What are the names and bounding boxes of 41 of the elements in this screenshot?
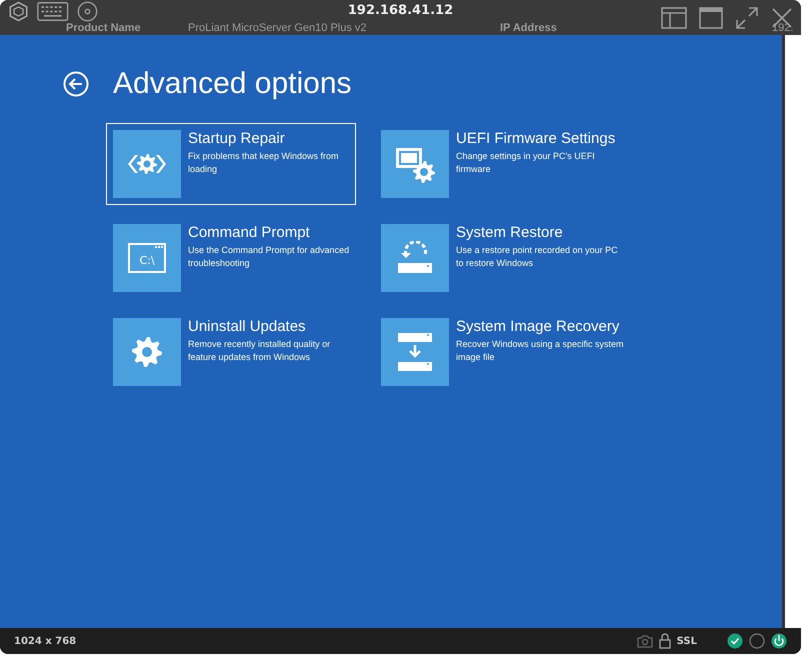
gear-icon	[131, 336, 163, 368]
ssl-label: SSL	[676, 636, 697, 646]
option-title: System Restore	[456, 224, 564, 242]
keyboard-icon[interactable]	[37, 1, 68, 22]
option-title: System Image Recovery	[456, 318, 620, 336]
power-icon[interactable]	[771, 633, 787, 649]
option-description: Remove recently installed quality or feature updates from Windows	[188, 338, 332, 363]
option-tile[interactable]: Startup Repair Fix problems that keep Windows from loading	[106, 123, 356, 205]
option-tile[interactable]: System Image Recovery Recover Windows using a specific system image file	[374, 311, 624, 393]
option-title: Uninstall Updates	[188, 318, 307, 336]
gear-brackets-icon	[127, 152, 167, 176]
restore-drive-icon	[396, 241, 434, 275]
option-description: Use the Command Prompt for advanced troubleshooting	[188, 244, 350, 269]
fullscreen-icon[interactable]	[735, 6, 759, 30]
check-circle-icon	[727, 633, 743, 649]
background-text: ProLiant MicroServer Gen10 Plus v2	[188, 22, 367, 35]
option-tile[interactable]: System Restore Use a restore point recorded on your PC to restore Windows	[374, 217, 624, 299]
option-title: UEFI Firmware Settings	[456, 130, 616, 148]
background-text: Product Name	[66, 22, 141, 35]
option-description: Fix problems that keep Windows from loading	[188, 150, 340, 175]
option-description: Recover Windows using a specific system image file	[456, 338, 624, 363]
lock-icon	[658, 633, 671, 649]
option-title: Command Prompt	[188, 224, 311, 242]
option-title: Startup Repair	[188, 130, 286, 148]
option-tile[interactable]: C:\ Command Prompt Use the Command Prompt for advanced troubleshooting	[106, 217, 356, 299]
option-description: Change settings in your PC's UEFI firmware	[456, 150, 596, 175]
empty-circle-icon	[749, 633, 765, 649]
option-tile[interactable]: Uninstall Updates Remove recently installed quality or feature updates from Windows	[106, 311, 356, 393]
drive-download-icon	[396, 331, 434, 373]
option-description: Use a restore point recorded on your PC to restore Windows	[456, 244, 619, 269]
window-title: 192.168.41.12	[346, 3, 454, 18]
page-title: Advanced options	[113, 67, 352, 101]
cube-logo-icon[interactable]	[8, 1, 29, 22]
window-icon[interactable]	[699, 6, 723, 28]
disc-icon[interactable]	[76, 1, 98, 22]
camera-icon[interactable]	[636, 634, 653, 648]
background-text: IP Address	[500, 22, 557, 35]
option-tile[interactable]: UEFI Firmware Settings Change settings in your PC's UEFI firmware	[374, 123, 624, 205]
layout-icon[interactable]	[661, 6, 687, 28]
console-prompt-glyph: C:\	[139, 254, 155, 267]
resolution-label: 1024 x 768	[14, 636, 76, 646]
